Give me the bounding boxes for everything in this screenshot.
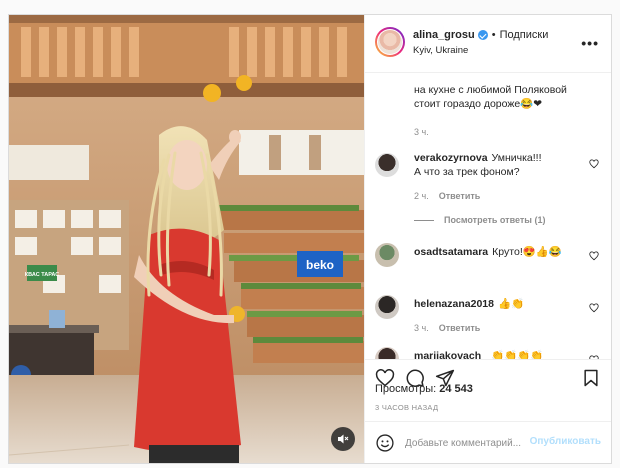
comment-meta: 3 ч. Ответить [414, 323, 480, 333]
view-replies-label: Посмотреть ответы (1) [444, 215, 546, 225]
commenter-avatar[interactable] [375, 295, 399, 319]
comment-body: Умничка!!! [491, 152, 542, 164]
caption-line-2: стоит гораздо дороже😂❤ [414, 98, 543, 110]
kvas-sign-text: КВАС ТАРАС [25, 272, 59, 278]
comment-time: 3 ч. [414, 323, 429, 333]
comment-text: marijakovach_ 👏👏👏👏 [414, 349, 584, 359]
caption-line-1: на кухне с любимой Поляковой [414, 84, 567, 96]
reply-link[interactable]: Ответить [439, 323, 481, 333]
more-options-icon[interactable]: ••• [581, 35, 599, 51]
author-username[interactable]: alina_grosu [413, 29, 475, 41]
comment-text: osadtsatamara Крутo!😍👍😂 [414, 245, 584, 259]
following-status[interactable]: Подписки [500, 29, 549, 41]
caption-time: 3 ч. [414, 127, 429, 137]
commenter-avatar[interactable] [375, 347, 399, 359]
views-label: Просмотры: [375, 383, 437, 395]
author-avatar[interactable] [375, 27, 405, 57]
comment-body-line-2: А что за трек фоном? [414, 166, 520, 178]
mute-button[interactable] [331, 427, 355, 451]
comments-list: на кухне с любимой Поляковой стоит гораз… [365, 73, 611, 359]
comment-input[interactable] [405, 433, 535, 453]
comment-composer: Опубликовать [365, 421, 611, 463]
save-bookmark-icon[interactable] [581, 368, 601, 388]
comment-meta: 2 ч. Ответить [414, 191, 480, 201]
video-frame: КВАС ТАРАС beko [9, 15, 364, 463]
comment-text: verakozyrnova Умничка!!! А что за трек фо… [414, 151, 584, 179]
like-comment-heart-icon[interactable] [589, 303, 599, 313]
post-header: alina_grosu • Подписки Kyiv, Ukraine ••• [365, 15, 611, 73]
beko-sign-text: beko [306, 258, 334, 272]
replies-divider [414, 219, 434, 221]
publish-button[interactable]: Опубликовать [530, 436, 601, 447]
reply-link[interactable]: Ответить [439, 191, 481, 201]
post-timestamp[interactable]: 3 ЧАСОВ НАЗАД [375, 403, 438, 412]
author-line: alina_grosu • Подписки [413, 29, 548, 41]
separator-dot: • [491, 29, 496, 41]
comment-text: helenazana2018 👍👏 [414, 297, 584, 311]
comment-body: 👏👏👏👏 [490, 350, 544, 359]
views-count: Просмотры: 24 543 [375, 383, 473, 395]
emoji-smiley-icon[interactable] [375, 433, 395, 453]
post-sidebar: alina_grosu • Подписки Kyiv, Ukraine •••… [364, 15, 611, 463]
comment-username[interactable]: helenazana2018 [414, 298, 494, 310]
like-comment-heart-icon[interactable] [589, 251, 599, 261]
verified-badge-icon [477, 30, 488, 40]
view-replies-link[interactable]: Посмотреть ответы (1) [414, 215, 545, 225]
commenter-avatar[interactable] [375, 153, 399, 177]
post-video[interactable]: КВАС ТАРАС beko [9, 15, 364, 463]
comment-time: 2 ч. [414, 191, 429, 201]
speaker-muted-icon [338, 434, 349, 444]
comment-username[interactable]: verakozyrnova [414, 152, 488, 164]
comment-body: 👍👏 [497, 298, 525, 310]
instagram-post: КВАС ТАРАС beko alina_grosu • Подписки K… [8, 14, 612, 464]
comment-body: Крутo!😍👍😂 [492, 246, 563, 258]
comment-username[interactable]: marijakovach_ [414, 350, 487, 359]
comment-username[interactable]: osadtsatamara [414, 246, 488, 258]
views-number: 24 543 [439, 383, 473, 395]
like-comment-heart-icon[interactable] [589, 159, 599, 169]
caption-text: на кухне с любимой Поляковой стоит гораз… [414, 83, 584, 111]
post-location[interactable]: Kyiv, Ukraine [413, 45, 468, 56]
commenter-avatar[interactable] [375, 243, 399, 267]
